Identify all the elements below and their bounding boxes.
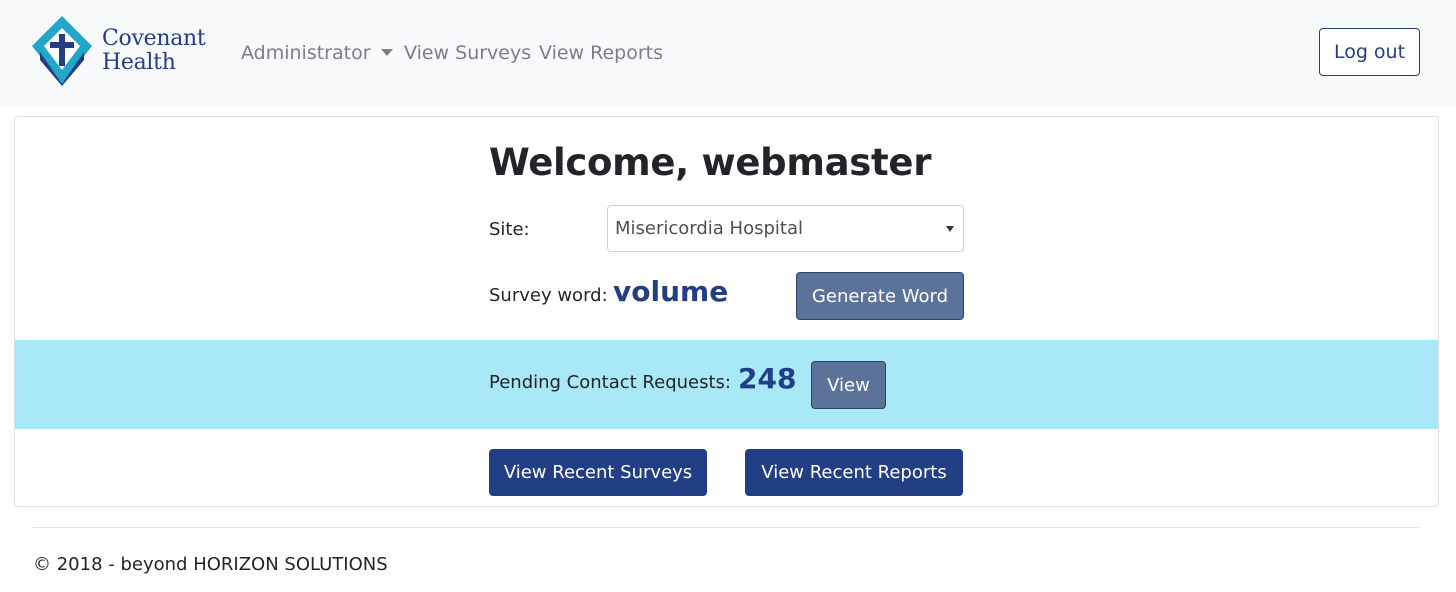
site-label: Site: <box>489 219 530 240</box>
footer-copyright: © 2018 - beyond HORIZON SOLUTIONS <box>33 554 388 575</box>
footer-divider <box>33 527 1420 528</box>
welcome-heading: Welcome, webmaster <box>489 141 932 184</box>
brand-name-line1: Covenant <box>102 26 206 51</box>
nav-administrator-dropdown[interactable]: Administrator <box>241 40 393 66</box>
site-select[interactable]: Misericordia Hospital <box>607 205 964 252</box>
select-arrow-icon <box>946 226 954 232</box>
top-navbar: Covenant Health Administrator View Surve… <box>0 0 1456 105</box>
covenant-health-logo[interactable]: Covenant Health <box>30 14 210 88</box>
brand-name-line2: Health <box>102 50 176 75</box>
survey-word-value: volume <box>613 275 729 308</box>
logout-button[interactable]: Log out <box>1319 28 1420 76</box>
brand-name: Covenant Health <box>102 26 206 75</box>
nav-administrator-label: Administrator <box>241 42 371 64</box>
nav-view-surveys[interactable]: View Surveys <box>404 40 531 66</box>
caret-down-icon <box>380 49 393 56</box>
survey-word-label: Survey word: <box>489 285 608 306</box>
cross-shield-icon <box>32 16 92 86</box>
view-recent-surveys-button[interactable]: View Recent Surveys <box>489 449 707 496</box>
generate-word-button[interactable]: Generate Word <box>796 272 964 320</box>
pending-requests-count: 248 <box>738 362 797 395</box>
pending-requests-banner: Pending Contact Requests: 248 View <box>15 340 1438 429</box>
site-select-value: Misericordia Hospital <box>615 218 803 239</box>
nav-view-reports[interactable]: View Reports <box>539 40 663 66</box>
view-recent-reports-button[interactable]: View Recent Reports <box>745 449 963 496</box>
dashboard-card: Welcome, webmaster Site: Misericordia Ho… <box>14 116 1439 507</box>
pending-requests-label: Pending Contact Requests: <box>489 372 731 393</box>
view-pending-requests-button[interactable]: View <box>811 361 886 409</box>
